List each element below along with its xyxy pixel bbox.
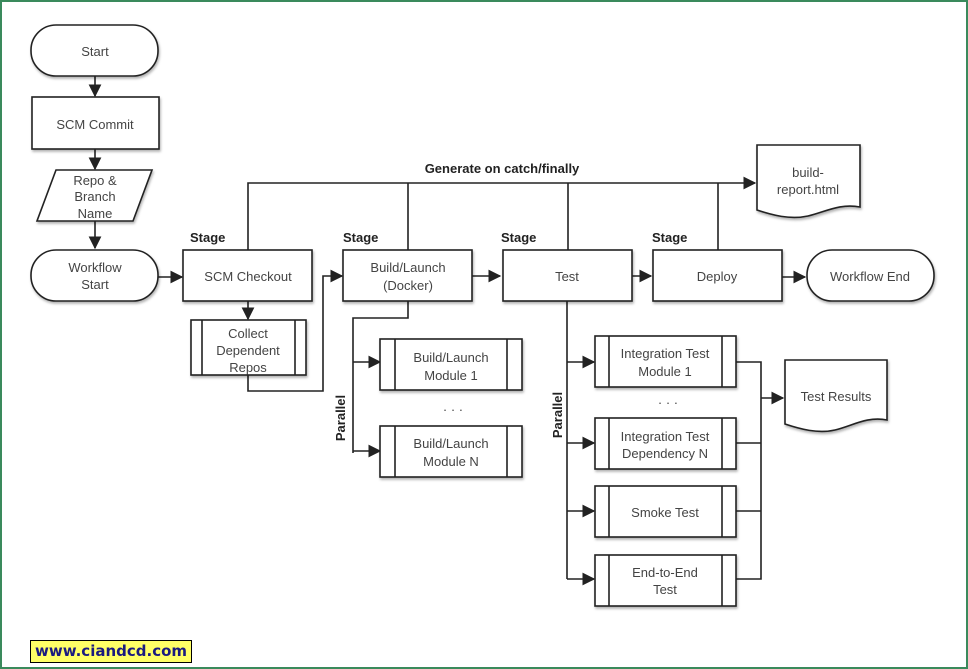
node-label: End-to-End (632, 565, 698, 580)
node-label: Module 1 (424, 368, 477, 383)
node-label: Module N (423, 454, 479, 469)
ellipsis-integration-tests: · · · (658, 395, 678, 410)
node-test: Test (502, 249, 633, 302)
edge-results-bus (736, 361, 762, 580)
node-label: SCM Commit (56, 117, 134, 132)
node-label: Build/Launch (413, 350, 488, 365)
stage-label-build: Stage (343, 230, 378, 245)
node-label: Test Results (801, 389, 872, 404)
node-label: Test (555, 269, 579, 284)
node-build-report: build- report.html (756, 144, 861, 219)
node-test-results: Test Results (784, 359, 888, 433)
node-workflow-start: Workflow Start (30, 249, 159, 302)
parallel-label-test: Parallel (550, 392, 565, 438)
node-deploy: Deploy (652, 249, 783, 302)
node-label: Start (81, 44, 109, 59)
node-start: Start (30, 24, 159, 77)
report-bus-label: Generate on catch/finally (425, 161, 580, 176)
ci-workflow-diagram: Start SCM Commit Repo & Branch Name Work… (30, 24, 935, 607)
node-label: Integration Test (621, 346, 710, 361)
node-repo-branch-name: Repo & Branch Name (35, 169, 154, 222)
node-label: (Docker) (383, 278, 433, 293)
node-label: Repo & (73, 173, 117, 188)
node-label: Build/Launch (370, 260, 445, 275)
node-build-module-n: Build/Launch Module N (379, 425, 523, 478)
parallel-label-build: Parallel (333, 395, 348, 441)
node-label: Workflow End (830, 269, 910, 284)
node-label: build- (792, 165, 824, 180)
node-label: Start (81, 277, 109, 292)
node-smoke-test: Smoke Test (594, 485, 737, 538)
node-label: Repos (229, 360, 267, 375)
node-label: Collect (228, 326, 268, 341)
node-label: Test (653, 582, 677, 597)
node-end-to-end-test: End-to-End Test (594, 554, 737, 607)
node-integration-test-dependency-n: Integration Test Dependency N (594, 417, 737, 470)
node-label: Branch (74, 189, 115, 204)
node-scm-checkout: SCM Checkout (182, 249, 313, 302)
node-label: Module 1 (638, 364, 691, 379)
node-label: Deploy (697, 269, 738, 284)
node-build-launch-docker: Build/Launch (Docker) (342, 249, 473, 302)
stage-label-deploy: Stage (652, 230, 687, 245)
node-label: Dependency N (622, 446, 708, 461)
node-workflow-end: Workflow End (806, 249, 935, 302)
node-build-module-1: Build/Launch Module 1 (379, 338, 523, 391)
stage-label-test: Stage (501, 230, 536, 245)
node-label: Smoke Test (631, 505, 699, 520)
node-collect-dependent-repos: Collect Dependent Repos (190, 319, 307, 376)
node-label: report.html (777, 182, 839, 197)
node-label: SCM Checkout (204, 269, 292, 284)
node-scm-commit: SCM Commit (31, 96, 160, 150)
node-label: Integration Test (621, 429, 710, 444)
node-label: Workflow (68, 260, 122, 275)
node-label: Name (78, 206, 113, 221)
node-label: Dependent (216, 343, 280, 358)
stage-label-checkout: Stage (190, 230, 225, 245)
node-label: Build/Launch (413, 436, 488, 451)
node-integration-test-module-1: Integration Test Module 1 (594, 335, 737, 388)
website-watermark[interactable]: www.ciandcd.com (30, 640, 193, 663)
ellipsis-build-modules: · · · (443, 402, 463, 417)
